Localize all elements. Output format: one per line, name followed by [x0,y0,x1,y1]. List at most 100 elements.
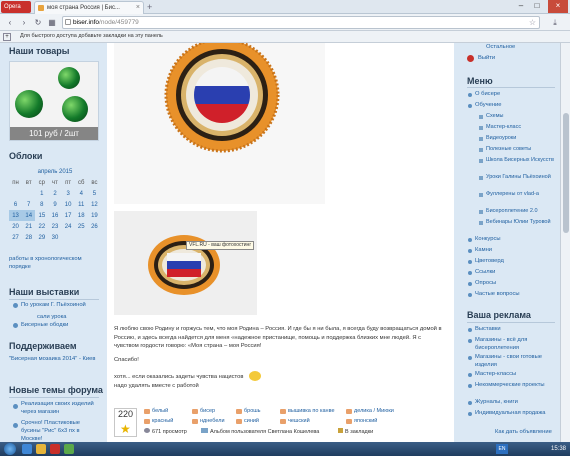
menu-item[interactable]: Ссылки [475,269,555,277]
calendar-month[interactable]: апрель 2015 [9,166,101,177]
ie-icon[interactable] [22,444,32,454]
exhibition-item[interactable]: Бисерные ободки [21,321,101,329]
close-tab-icon[interactable]: × [136,2,140,14]
back-icon[interactable]: ‹ [4,17,16,28]
calendar-day[interactable]: 1 [35,188,48,199]
menu-item[interactable]: Бисероплетение 2.0 [486,208,554,216]
calendar-day[interactable]: 10 [62,199,75,210]
tag-link[interactable]: бисер [192,408,215,414]
calendar-day[interactable]: 21 [22,221,35,232]
tag-link[interactable]: японский [346,418,377,424]
calendar-day[interactable]: 22 [35,221,48,232]
calendar-day[interactable]: 16 [48,210,61,221]
menu-item[interactable]: Частые вопросы [475,291,555,299]
calendar-day[interactable]: 18 [75,210,88,221]
calendar-day[interactable]: 23 [48,221,61,232]
menu-item[interactable]: Цветоверд [475,258,555,266]
calendar-day[interactable]: 28 [22,232,35,243]
menu-item[interactable]: Конкурсы [475,236,555,244]
minimize-icon[interactable]: – [514,0,528,13]
album-link[interactable]: Альбом пользователя Светлана Кошелева [201,428,319,435]
ad-category-link[interactable]: Индивидуальная продажа [475,410,555,418]
calendar-day[interactable]: 25 [75,221,88,232]
ad-category-link[interactable]: Выставки [475,326,555,334]
opera-menu-button[interactable]: Opera [1,1,31,13]
calendar-day[interactable]: 12 [88,199,101,210]
tag-link[interactable]: чешский [280,418,310,424]
ad-category-link[interactable]: Мастер-классы [475,371,555,379]
menu-item[interactable]: Вебинары Юлии Туровой [486,219,554,227]
calendar-day[interactable]: 8 [35,199,48,210]
menu-item[interactable]: Камни [475,247,555,255]
tag-link[interactable]: делика / Миюки [346,408,394,414]
app-icon[interactable] [64,444,74,454]
new-tab-icon[interactable]: + [147,2,152,12]
ad-category-link[interactable]: Магазины - свои готовые изделия [475,354,555,369]
add-bookmark-icon[interactable]: + [3,33,11,41]
window-close-icon[interactable]: × [548,0,568,13]
page-info-icon[interactable] [65,19,71,25]
calendar-day[interactable]: 26 [88,221,101,232]
calendar-day[interactable]: 9 [48,199,61,210]
tag-link[interactable]: нднебели [192,418,225,424]
tag-link[interactable]: вышивка по канве [280,408,335,414]
tag-link[interactable]: белый [144,408,168,414]
calendar-day[interactable]: 29 [35,232,48,243]
calendar-day[interactable]: 7 [22,199,35,210]
ad-category-link[interactable]: Журналы, книги [475,399,555,407]
ad-category-link[interactable]: Некоммерческие проекты [475,382,555,390]
maximize-icon[interactable]: □ [530,0,544,13]
download-icon[interactable]: ⤓ [548,17,562,28]
calendar-day[interactable]: 6 [9,199,22,210]
menu-item[interactable]: Видеоуроки [486,135,554,143]
calendar-day[interactable]: 14 [22,210,36,221]
calendar-day[interactable]: 5 [88,188,101,199]
tag-link[interactable]: синий [236,418,259,424]
tag-link[interactable]: красный [144,418,173,424]
page-scrollbar[interactable] [560,43,570,442]
chronology-link[interactable]: работы в хронологическом порядке [9,255,101,271]
calendar-day[interactable]: 13 [9,210,23,221]
menu-item[interactable]: О бисере [475,91,555,99]
forum-topic[interactable]: Срочно! Пластиковые бусины "Рис" 6х3 пх … [21,419,101,442]
forum-topic[interactable]: Реализация своих изделий через магазин [21,400,101,416]
calendar-day[interactable]: 3 [62,188,75,199]
language-indicator[interactable]: EN [496,444,508,454]
ads-how-link[interactable]: Как дать объявление [495,428,552,436]
menu-item[interactable]: Опросы [475,280,555,288]
rating-counter[interactable]: 220 ★ [114,408,137,437]
calendar-day[interactable]: 27 [9,232,22,243]
calendar-day[interactable]: 2 [48,188,61,199]
calendar-day[interactable]: 20 [9,221,22,232]
add-bookmark-link[interactable]: В закладки [338,428,373,435]
product-image[interactable]: 101 руб / 2шт [9,61,99,141]
home-grid-icon[interactable]: ▦ [46,17,58,28]
start-button-icon[interactable] [4,443,16,455]
rating-star-icon[interactable]: ★ [120,422,131,436]
menu-item[interactable]: Фуллерены от vlad-a [486,191,554,199]
brooch-photo-small[interactable] [114,211,257,315]
misc-link[interactable]: Остальное [486,43,515,51]
logout-link[interactable]: Выйти [478,54,495,62]
url-input[interactable]: biser.info/node/459779 ☆ [62,16,540,29]
menu-item[interactable]: Школа Бисерных Искусств [486,157,554,165]
calendar-day[interactable]: 30 [48,232,61,243]
calendar-day[interactable]: 17 [62,210,75,221]
calendar-day[interactable]: 11 [75,199,88,210]
menu-item[interactable]: Схемы [486,113,554,121]
menu-item[interactable]: Уроки Галины Пьёхоиной [486,174,554,182]
brooch-photo-large[interactable] [114,43,325,204]
clock[interactable]: 15:38 [551,442,566,456]
menu-item[interactable]: Мастер-класс [486,124,554,132]
calendar-day[interactable]: 24 [62,221,75,232]
calendar-day[interactable]: 4 [75,188,88,199]
bookmark-star-icon[interactable]: ☆ [529,17,536,28]
calendar-day[interactable]: 19 [88,210,101,221]
calendar-day[interactable]: 15 [35,210,48,221]
support-link[interactable]: "Бисерная мозаика 2014" - Киев [9,355,101,363]
reload-icon[interactable]: ↻ [32,17,44,28]
forward-icon[interactable]: › [18,17,30,28]
explorer-icon[interactable] [36,444,46,454]
tag-link[interactable]: брошь [236,408,261,414]
browser-tab[interactable]: моя страна Россия | Бис... × [34,1,144,14]
